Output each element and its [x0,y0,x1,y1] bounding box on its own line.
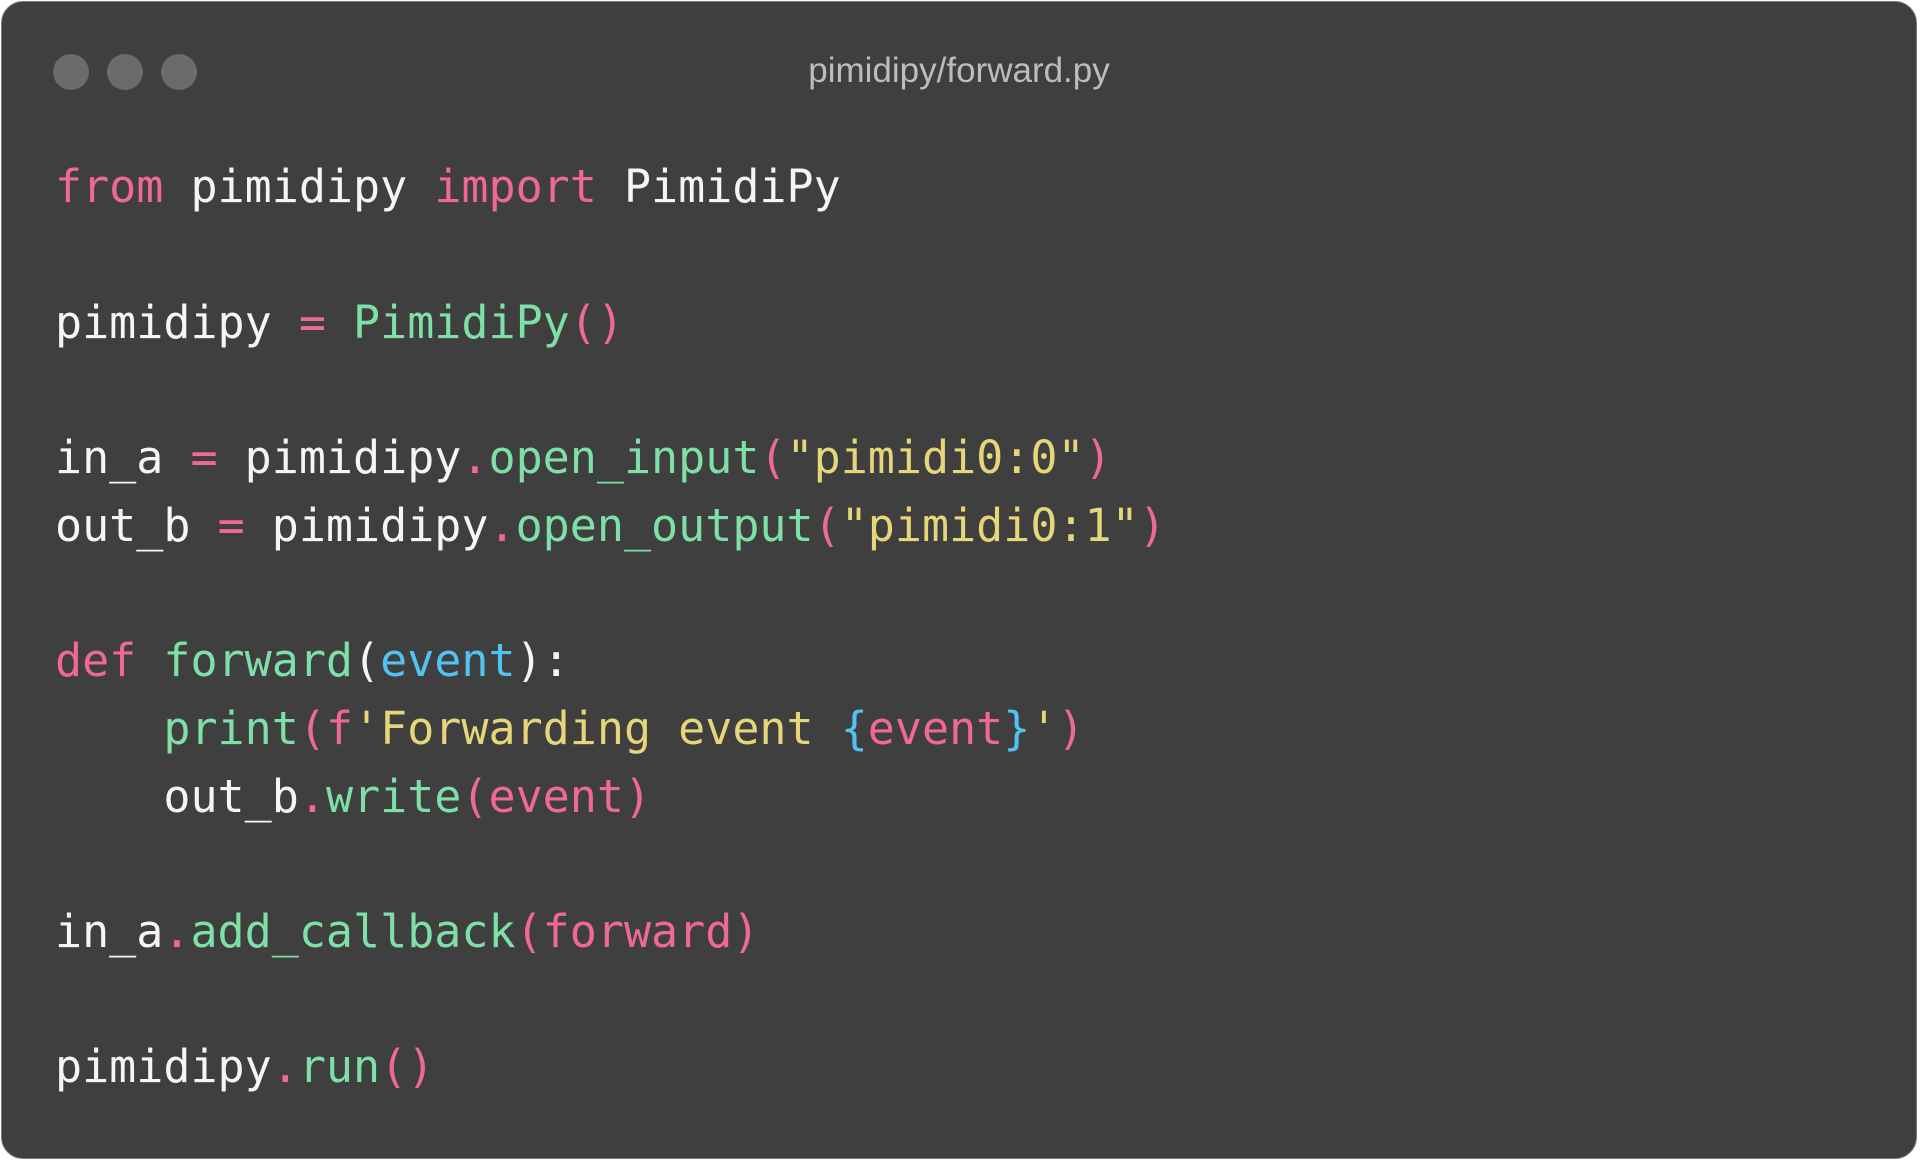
paren-token: ): [515,634,570,687]
code-line-6: out_b = pimidipy.open_output("pimidi0:1"… [55,491,1166,561]
function-token: add_callback [190,905,516,958]
variable-token: in_a [55,431,191,484]
function-token: open_output [515,499,814,552]
window-title: pimidipy/forward.py [808,51,1110,90]
argument-token: (event) [461,770,652,823]
function-token: open_input [488,431,760,484]
keyword-token: import [434,160,597,213]
title-bar: pimidipy/forward.py [2,2,1916,142]
brace-token: } [1003,702,1031,755]
dot-token: . [488,499,516,552]
function-token: print [163,702,299,755]
parameter-token: event [380,634,516,687]
operator-token: = [217,499,245,552]
dot-token: . [163,905,191,958]
module-token: pimidipy [163,160,435,213]
variable-token: pimidipy [55,1040,272,1093]
dot-token: . [298,770,326,823]
indent-token [55,702,163,755]
string-token: 'Forwarding event [353,702,841,755]
variable-token: pimidipy [217,431,462,484]
function-token: run [298,1040,381,1093]
string-token: "pimidi0:0" [786,431,1085,484]
function-token: PimidiPy [353,296,570,349]
code-line-3: pimidipy = PimidiPy() [55,288,624,358]
paren-token: ) [1138,499,1166,552]
variable-token: out_b [163,770,299,823]
string-token: ' [1030,702,1058,755]
dot-token: . [461,431,489,484]
paren-token: ( [353,634,381,687]
argument-token: (forward) [515,905,760,958]
indent-token [55,770,163,823]
paren-token: ( [813,499,841,552]
class-token: PimidiPy [596,160,841,213]
paren-token: () [569,296,624,349]
code-line-12: in_a.add_callback(forward) [55,897,759,967]
code-line-10: out_b.write(event) [55,762,651,832]
fstring-prefix-token: f [325,702,354,755]
string-token: "pimidi0:1" [840,499,1139,552]
brace-token: { [840,702,868,755]
function-token: forward [163,634,354,687]
code-line-9: print(f'Forwarding event {event}') [55,694,1085,764]
function-token: write [325,770,462,823]
interpolation-token: event [867,702,1004,755]
keyword-token: def [55,634,137,687]
code-line-8: def forward(event): [55,626,570,696]
paren-token: ) [1057,702,1085,755]
paren-token: ( [759,431,787,484]
code-window: pimidipy/forward.py from pimidipy import… [1,1,1917,1159]
dot-token: . [271,1040,299,1093]
operator-token: = [190,431,218,484]
paren-token: ) [1084,431,1112,484]
code-line-1: from pimidipy import PimidiPy [55,152,841,222]
code-line-14: pimidipy.run() [55,1032,434,1102]
paren-token: () [380,1040,435,1093]
keyword-token: from [55,160,164,213]
operator-token: = [298,296,326,349]
variable-token: out_b [55,499,218,552]
variable-token: pimidipy [55,296,299,349]
code-line-5: in_a = pimidipy.open_input("pimidi0:0") [55,423,1112,493]
variable-token: pimidipy [244,499,489,552]
paren-token: ( [298,702,326,755]
variable-token: in_a [55,905,164,958]
